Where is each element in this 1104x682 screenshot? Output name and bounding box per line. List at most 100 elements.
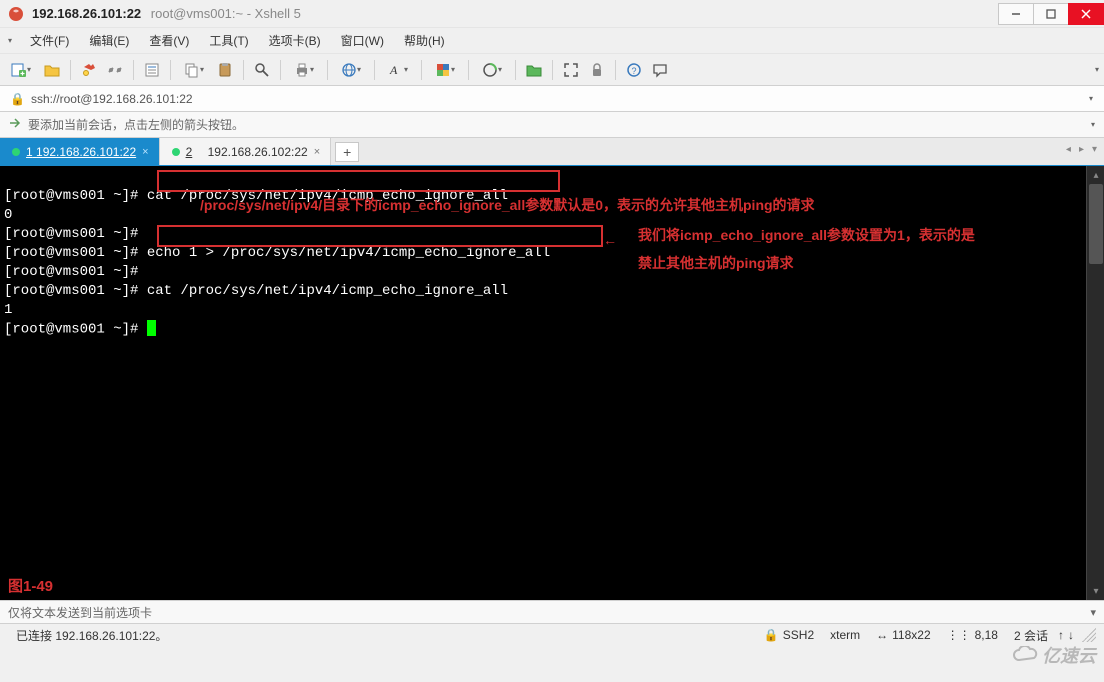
feedback-button[interactable] [648, 58, 672, 82]
disconnect-button[interactable] [103, 58, 127, 82]
svg-text:A: A [389, 63, 398, 77]
status-dot-icon [172, 148, 180, 156]
annotation-arrow-icon: ← [606, 233, 614, 252]
status-sess-nav[interactable]: ↑↓ [1056, 628, 1076, 642]
script-button[interactable]: ▾ [475, 58, 509, 82]
toolbar: ▾ ▾ ▾ ▾ A▾ ▾ ▾ ? ▾ [0, 54, 1104, 86]
terminal-line: [root@vms001 ~]# [4, 226, 147, 242]
add-tab-button[interactable]: + [335, 142, 359, 162]
annotation-text: 我们将icmp_echo_ignore_all参数设置为1，表示的是 [638, 226, 1068, 246]
lock-icon: 🔒 [10, 92, 25, 106]
cursor-icon [147, 320, 156, 336]
open-session-button[interactable] [40, 58, 64, 82]
terminal-scrollbar[interactable]: ▴ ▾ [1086, 166, 1104, 600]
toolbar-separator [70, 60, 71, 80]
menu-edit[interactable]: 编辑(E) [81, 28, 137, 53]
encoding-button[interactable]: ▾ [334, 58, 368, 82]
status-bar: 已连接 192.168.26.101:22。 🔒SSH2 xterm ↔118x… [0, 624, 1104, 646]
minimize-button[interactable] [998, 3, 1034, 25]
status-term: xterm [822, 628, 868, 642]
terminal-line: [root@vms001 ~]# echo 1 > /proc/sys/net/… [4, 245, 550, 261]
toolbar-separator [552, 60, 553, 80]
terminal-line: 0 [4, 207, 12, 223]
tab-nav: ◂ ▸ ▾ [1063, 142, 1100, 157]
terminal-line: [root@vms001 ~]# [4, 264, 147, 280]
hint-bar: 要添加当前会话，点击左侧的箭头按钮。 ▾ [0, 112, 1104, 138]
font-button[interactable]: A▾ [381, 58, 415, 82]
window-controls [999, 3, 1104, 25]
toolbar-separator [615, 60, 616, 80]
xftp-button[interactable] [522, 58, 546, 82]
status-size: ↔118x22 [868, 628, 938, 642]
tab-close-icon[interactable]: × [314, 146, 320, 158]
tab-prev-icon[interactable]: ◂ [1063, 142, 1074, 157]
new-session-button[interactable]: ▾ [4, 58, 38, 82]
compose-mode-icon[interactable]: ▾ [1090, 606, 1096, 619]
tab-list-icon[interactable]: ▾ [1089, 142, 1100, 157]
close-button[interactable] [1068, 3, 1104, 25]
find-button[interactable] [250, 58, 274, 82]
help-button[interactable]: ? [622, 58, 646, 82]
terminal[interactable]: [root@vms001 ~]# cat /proc/sys/net/ipv4/… [0, 166, 1086, 600]
properties-button[interactable] [140, 58, 164, 82]
lock-button[interactable] [585, 58, 609, 82]
terminal-line: 1 [4, 302, 12, 318]
scroll-thumb[interactable] [1089, 184, 1103, 264]
toolbar-separator [374, 60, 375, 80]
status-dot-icon [12, 148, 20, 156]
toolbar-separator [468, 60, 469, 80]
menu-collapse-icon[interactable]: ▾ [8, 28, 18, 54]
window-title: 192.168.26.101:22 root@vms001:~ - Xshell… [32, 6, 301, 21]
menu-tabs[interactable]: 选项卡(B) [261, 28, 329, 53]
print-button[interactable]: ▾ [287, 58, 321, 82]
paste-button[interactable] [213, 58, 237, 82]
title-host: 192.168.26.101:22 [32, 6, 141, 21]
menu-window[interactable]: 窗口(W) [333, 28, 392, 53]
toolbar-separator [280, 60, 281, 80]
tab-close-icon[interactable]: × [142, 146, 148, 158]
toolbar-separator [327, 60, 328, 80]
title-app: root@vms001:~ - Xshell 5 [151, 6, 301, 21]
status-connection: 已连接 192.168.26.101:22。 [8, 627, 175, 644]
hint-overflow-icon[interactable]: ▾ [1090, 113, 1096, 137]
watermark: 亿速云 [1012, 642, 1096, 668]
app-icon [8, 6, 24, 22]
menu-view[interactable]: 查看(V) [141, 28, 197, 53]
session-tab-1[interactable]: 1 192.168.26.101:22 × [0, 138, 160, 165]
menu-file[interactable]: 文件(F) [22, 28, 77, 53]
hint-text: 要添加当前会话，点击左侧的箭头按钮。 [28, 116, 244, 133]
toolbar-separator [170, 60, 171, 80]
address-overflow-icon[interactable]: ▾ [1088, 87, 1094, 111]
address-bar[interactable]: 🔒 ssh://root@192.168.26.101:22 ▾ [0, 86, 1104, 112]
annotation-text: /proc/sys/net/ipv4/目录下的icmp_echo_ignore_… [200, 196, 1070, 216]
terminal-area: [root@vms001 ~]# cat /proc/sys/net/ipv4/… [0, 166, 1104, 600]
resize-grip-icon[interactable] [1082, 628, 1096, 642]
fullscreen-button[interactable] [559, 58, 583, 82]
session-tab-2[interactable]: 2 192.168.26.102:22 × [160, 138, 332, 165]
terminal-line: [root@vms001 ~]# cat /proc/sys/net/ipv4/… [4, 283, 508, 299]
toolbar-separator [243, 60, 244, 80]
tab-next-icon[interactable]: ▸ [1076, 142, 1087, 157]
scroll-down-icon[interactable]: ▾ [1087, 582, 1104, 600]
copy-button[interactable]: ▾ [177, 58, 211, 82]
toolbar-overflow-icon[interactable]: ▾ [1094, 58, 1100, 82]
address-url: ssh://root@192.168.26.101:22 [31, 92, 193, 106]
compose-bar[interactable]: 仅将文本发送到当前选项卡 ▾ [0, 600, 1104, 624]
toolbar-separator [515, 60, 516, 80]
scroll-up-icon[interactable]: ▴ [1087, 166, 1104, 184]
menu-help[interactable]: 帮助(H) [396, 28, 453, 53]
reconnect-button[interactable] [77, 58, 101, 82]
tab-bar: 1 192.168.26.101:22 × 2 192.168.26.102:2… [0, 138, 1104, 166]
menu-bar: ▾ 文件(F) 编辑(E) 查看(V) 工具(T) 选项卡(B) 窗口(W) 帮… [0, 28, 1104, 54]
hint-arrow-icon[interactable] [8, 116, 22, 133]
terminal-line: [root@vms001 ~]# [4, 322, 147, 338]
annotation-box [157, 225, 603, 247]
figure-label: 图1-49 [8, 577, 53, 596]
color-scheme-button[interactable]: ▾ [428, 58, 462, 82]
status-sessions: 2 会话 [1006, 627, 1056, 644]
toolbar-separator [133, 60, 134, 80]
compose-placeholder: 仅将文本发送到当前选项卡 [8, 604, 152, 621]
menu-tools[interactable]: 工具(T) [201, 28, 256, 53]
svg-text:?: ? [632, 66, 637, 76]
maximize-button[interactable] [1033, 3, 1069, 25]
